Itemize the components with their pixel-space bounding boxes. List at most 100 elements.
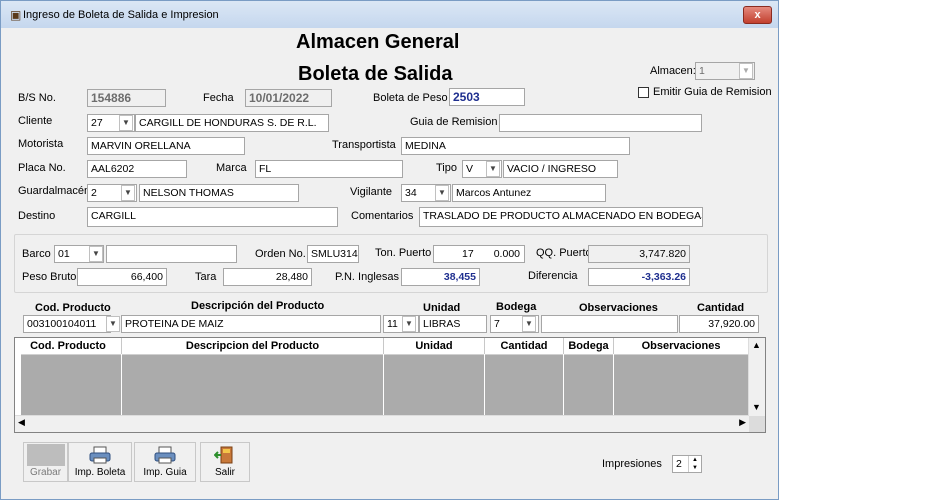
save-icon: [26, 444, 65, 466]
bs-number-field[interactable]: 154886: [87, 89, 166, 107]
printer-icon: [89, 446, 111, 464]
title-bar: ▣ Ingreso de Boleta de Salida e Impresio…: [1, 1, 778, 28]
peso-bruto-label: Peso Bruto: [22, 271, 77, 283]
grid-col-obs[interactable]: Observaciones: [614, 338, 749, 354]
grabar-label: Grabar: [29, 467, 62, 478]
almacen-label: Almacen:: [650, 65, 696, 77]
boleta-peso-label: Boleta de Peso: [373, 92, 448, 104]
emitir-guia-label: Emitir Guia de Remision: [653, 86, 772, 98]
salir-button[interactable]: Salir: [200, 442, 250, 482]
grid-col-unidad[interactable]: Unidad: [384, 338, 485, 354]
qq-puerto-field[interactable]: 3,747.820: [588, 245, 690, 263]
app-icon: ▣: [10, 8, 22, 22]
ton-puerto-label: Ton. Puerto: [375, 247, 432, 259]
ton-puerto-field[interactable]: 17 0.000: [433, 245, 525, 263]
destino-label: Destino: [18, 210, 56, 222]
entry-bodega-header: Bodega: [496, 301, 537, 313]
motorista-field[interactable]: MARVIN ORELLANA: [87, 137, 245, 155]
motorista-label: Motorista: [18, 138, 64, 150]
transportista-field[interactable]: MEDINA: [401, 137, 630, 155]
guia-remision-field[interactable]: [499, 114, 702, 132]
scroll-left-icon[interactable]: ◀: [18, 417, 25, 428]
spinner-arrows-icon[interactable]: ▲ ▼: [688, 456, 701, 472]
vigilante-name-field[interactable]: Marcos Antunez: [452, 184, 606, 202]
entry-unidad-header: Unidad: [423, 302, 461, 314]
entry-obs-header: Observaciones: [579, 302, 658, 314]
impresiones-value: 2: [676, 458, 682, 470]
scroll-down-icon[interactable]: ▼: [752, 402, 761, 412]
guardalmacen-dropdown-icon[interactable]: ▼: [121, 185, 135, 201]
entry-cod-dropdown-icon[interactable]: ▼: [106, 316, 120, 332]
exit-door-icon: [214, 446, 233, 464]
impresiones-label: Impresiones: [602, 458, 662, 470]
entry-cantidad-field[interactable]: 37,920.00: [679, 315, 759, 333]
vigilante-dropdown-icon[interactable]: ▼: [435, 185, 449, 201]
tipo-field[interactable]: VACIO / INGRESO: [503, 160, 618, 178]
products-grid[interactable]: Cod. Producto Descripcion del Producto U…: [14, 337, 766, 433]
grid-col-desc[interactable]: Descripcion del Producto: [122, 338, 384, 354]
grid-body-col: [564, 354, 614, 416]
entry-desc-field[interactable]: PROTEINA DE MAIZ: [121, 315, 381, 333]
imp-guia-button[interactable]: Imp. Guia: [134, 442, 196, 482]
grid-col-cantidad[interactable]: Cantidad: [485, 338, 564, 354]
pn-inglesas-field[interactable]: 38,455: [401, 268, 480, 286]
peso-bruto-field[interactable]: 66,400: [77, 268, 167, 286]
orden-field[interactable]: SMLU314: [307, 245, 359, 263]
scroll-right-icon[interactable]: ▶: [739, 417, 746, 428]
marca-label: Marca: [216, 162, 247, 174]
placa-field[interactable]: AAL6202: [87, 160, 187, 178]
transportista-label: Transportista: [332, 139, 396, 151]
entry-desc-header: Descripción del Producto: [191, 300, 325, 312]
fecha-field[interactable]: 10/01/2022: [245, 89, 332, 107]
entry-cod-field[interactable]: 003100104011: [23, 315, 111, 333]
grabar-button[interactable]: Grabar: [23, 442, 68, 482]
grid-body-col: [485, 354, 564, 416]
grid-vertical-scrollbar[interactable]: ▲ ▼: [748, 338, 765, 416]
window-title: Ingreso de Boleta de Salida e Impresion: [23, 9, 219, 21]
scroll-up-icon[interactable]: ▲: [752, 340, 761, 350]
grid-col-bodega[interactable]: Bodega: [564, 338, 614, 354]
barco-label: Barco: [22, 248, 51, 260]
diferencia-label: Diferencia: [528, 270, 578, 282]
imp-boleta-button[interactable]: Imp. Boleta: [68, 442, 132, 482]
diferencia-field[interactable]: -3,363.26: [588, 268, 690, 286]
main-window: ▣ Ingreso de Boleta de Salida e Impresio…: [0, 0, 779, 500]
cliente-name-field[interactable]: CARGILL DE HONDURAS S. DE R.L.: [135, 114, 329, 132]
tara-field[interactable]: 28,480: [223, 268, 312, 286]
tipo-dropdown-icon[interactable]: ▼: [486, 161, 500, 177]
cliente-label: Cliente: [18, 115, 53, 127]
boleta-peso-field[interactable]: 2503: [449, 88, 525, 106]
imp-boleta-label: Imp. Boleta: [74, 467, 126, 478]
grid-body-col: [15, 354, 122, 416]
entry-cod-header: Cod. Producto: [35, 302, 111, 314]
fecha-label: Fecha: [203, 92, 234, 104]
guardalmacen-name-field[interactable]: NELSON THOMAS: [139, 184, 299, 202]
entry-unidad-dropdown-icon[interactable]: ▼: [402, 316, 416, 332]
marca-field[interactable]: FL: [255, 160, 403, 178]
close-button[interactable]: x: [743, 6, 772, 24]
grid-body-col: [384, 354, 485, 416]
orden-label: Orden No.: [255, 248, 306, 260]
salir-label: Salir: [214, 467, 235, 478]
grid-horizontal-scrollbar[interactable]: ◀ ▶: [15, 415, 749, 432]
entry-bodega-dropdown-icon[interactable]: ▼: [522, 316, 536, 332]
entry-obs-field[interactable]: [541, 315, 678, 333]
comentarios-field[interactable]: TRASLADO DE PRODUCTO ALMACENADO EN BODEG…: [419, 207, 703, 227]
page-subtitle: Boleta de Salida: [298, 63, 453, 85]
qq-puerto-label: QQ. Puerto: [536, 247, 592, 259]
entry-cantidad-header: Cantidad: [697, 302, 745, 314]
placa-label: Placa No.: [18, 162, 66, 174]
barco-dropdown-icon[interactable]: ▼: [89, 246, 103, 262]
entry-unidad-field[interactable]: LIBRAS: [419, 315, 487, 333]
cliente-dropdown-icon[interactable]: ▼: [119, 115, 133, 131]
emitir-guia-checkbox[interactable]: [638, 87, 649, 98]
printer-icon: [154, 446, 176, 464]
tipo-label: Tipo: [436, 162, 457, 174]
tara-label: Tara: [195, 271, 217, 283]
grid-col-cod[interactable]: Cod. Producto: [15, 338, 122, 354]
destino-field[interactable]: CARGILL: [87, 207, 338, 227]
almacen-dropdown-icon[interactable]: ▼: [739, 63, 753, 79]
barco-name-field[interactable]: [106, 245, 237, 263]
guia-remision-label: Guia de Remision: [410, 116, 498, 128]
pn-inglesas-label: P.N. Inglesas: [335, 271, 400, 283]
